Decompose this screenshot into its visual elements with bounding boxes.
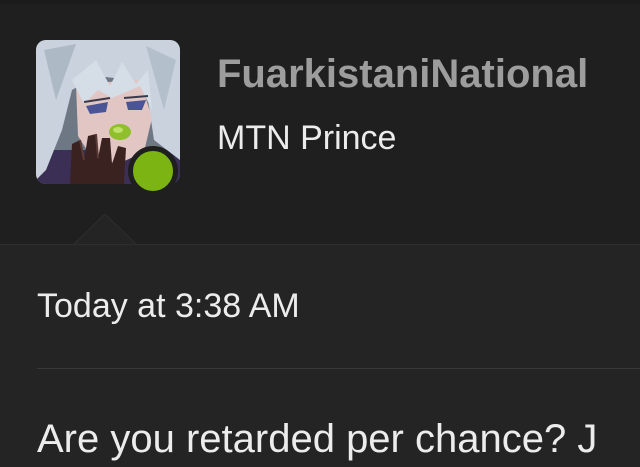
online-status-indicator <box>128 146 178 196</box>
post-timestamp[interactable]: Today at 3:38 AM <box>37 285 300 327</box>
author-user-title: MTN Prince <box>217 119 397 157</box>
header-divider <box>0 244 640 245</box>
author-username[interactable]: FuarkistaniNational <box>217 50 588 98</box>
post-message-text: Are you retarded per chance? J <box>37 417 598 461</box>
post-body-divider <box>37 368 640 369</box>
header-pointer <box>73 214 137 246</box>
